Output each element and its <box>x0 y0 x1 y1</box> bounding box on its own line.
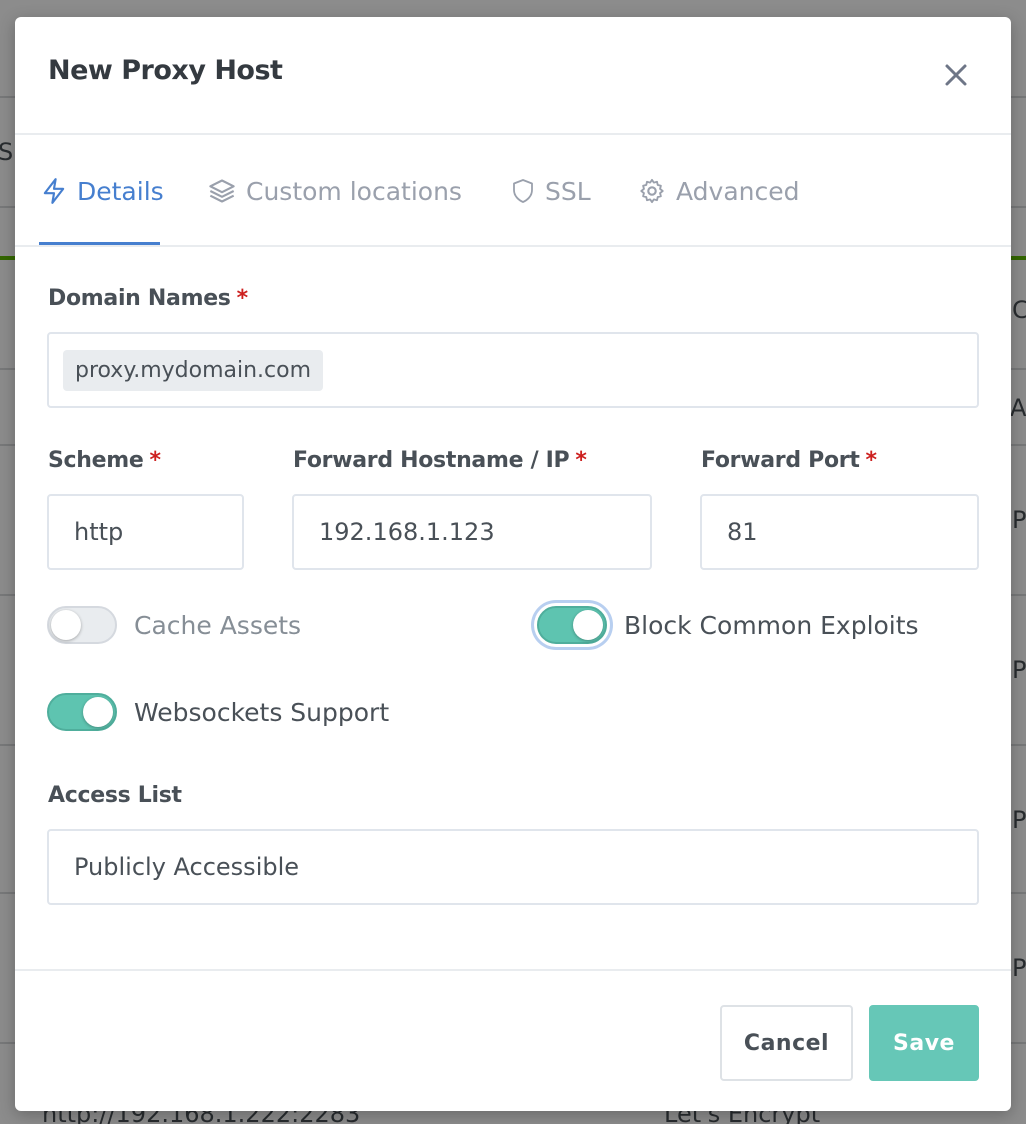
tab-label: SSL <box>545 176 591 206</box>
modal-footer: Cancel Save <box>15 969 1011 1111</box>
active-tab-indicator <box>39 242 160 245</box>
block-exploits-label: Block Common Exploits <box>624 610 919 640</box>
tab-custom-locations[interactable]: Custom locations <box>208 171 462 211</box>
toggle-switch[interactable] <box>47 693 117 731</box>
block-exploits-toggle[interactable]: Block Common Exploits <box>537 606 919 644</box>
tab-ssl[interactable]: SSL <box>511 171 591 211</box>
tab-label: Details <box>77 176 164 206</box>
websockets-label: Websockets Support <box>134 697 390 727</box>
scheme-field[interactable]: http <box>47 494 244 570</box>
shield-icon <box>513 179 533 203</box>
access-list-select[interactable]: Publicly Accessible <box>47 829 979 905</box>
toggle-knob <box>51 610 81 640</box>
access-list-label: Access List <box>48 783 182 808</box>
required-marker: * <box>236 286 249 311</box>
domain-names-input[interactable]: proxy.mydomain.com <box>47 332 979 408</box>
close-icon <box>945 64 967 86</box>
modal-title: New Proxy Host <box>48 55 283 86</box>
tab-advanced[interactable]: Advanced <box>638 171 800 211</box>
cancel-button[interactable]: Cancel <box>720 1005 853 1081</box>
modal-header: New Proxy Host <box>15 17 1011 135</box>
tab-bar: Details Custom locations SSL Advanced <box>15 135 1011 247</box>
tab-label: Advanced <box>676 176 800 206</box>
forward-hostname-label: Forward Hostname / IP * <box>293 448 587 473</box>
websockets-toggle[interactable]: Websockets Support <box>47 693 389 731</box>
tab-label: Custom locations <box>246 176 462 206</box>
gear-icon <box>640 178 664 204</box>
close-button[interactable] <box>936 55 976 95</box>
domain-chip[interactable]: proxy.mydomain.com <box>63 349 324 391</box>
scheme-label: Scheme * <box>48 448 161 473</box>
new-proxy-host-modal: New Proxy Host Details Custom locations <box>15 17 1011 1111</box>
forward-port-label: Forward Port * <box>701 448 877 473</box>
save-button[interactable]: Save <box>869 1005 979 1081</box>
bolt-icon <box>43 178 65 204</box>
required-marker: * <box>149 448 162 473</box>
toggle-switch[interactable] <box>537 606 607 644</box>
tab-details[interactable]: Details <box>41 171 164 211</box>
cache-assets-toggle[interactable]: Cache Assets <box>47 606 301 644</box>
toggle-knob <box>83 697 113 727</box>
cache-assets-label: Cache Assets <box>134 610 302 640</box>
layers-icon <box>209 179 235 203</box>
toggle-knob <box>573 610 603 640</box>
required-marker: * <box>575 448 587 473</box>
forward-port-field[interactable]: 81 <box>700 494 979 570</box>
required-marker: * <box>865 448 878 473</box>
domain-names-label: Domain Names * <box>48 286 248 311</box>
forward-hostname-field[interactable]: 192.168.1.123 <box>292 494 652 570</box>
toggle-switch[interactable] <box>47 606 117 644</box>
